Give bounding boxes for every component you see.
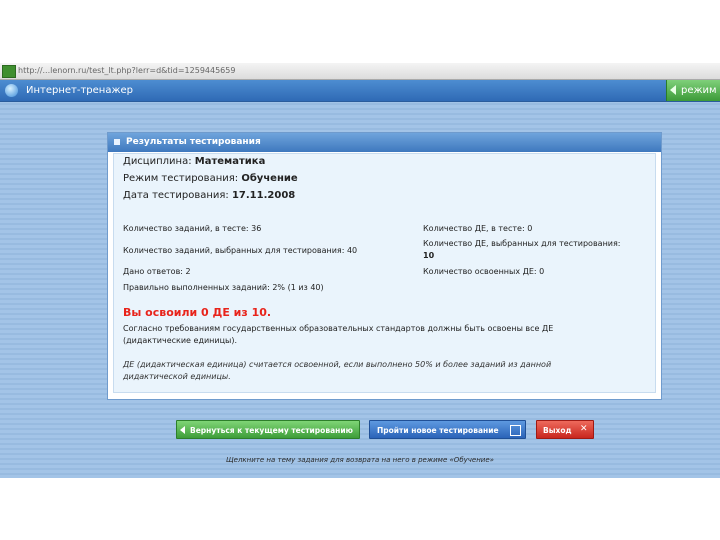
de-selected-line1: Количество ДЕ, выбранных для тестировани… <box>423 239 621 248</box>
results-panel: Результаты тестирования Дисциплина: Мате… <box>107 132 662 400</box>
discipline-row: Дисциплина: Математика <box>123 156 265 167</box>
tasks-selected: Количество заданий, выбранных для тестир… <box>123 246 358 255</box>
de-note-line2: дидактической единицы. <box>123 372 231 381</box>
correct-answers: Правильно выполненных заданий: 2% (1 из … <box>123 283 324 292</box>
running-man-icon: ✕ <box>580 424 588 434</box>
results-panel-header: Результаты тестирования <box>108 133 661 152</box>
mode-label: Режим тестирования: <box>123 173 239 184</box>
answers-given: Дано ответов: 2 <box>123 267 191 276</box>
back-to-test-button[interactable]: Вернуться к текущему тестированию <box>176 420 360 439</box>
app-window: http://...lenorn.ru/test_lt.php?lerr=d&t… <box>0 63 720 478</box>
document-icon <box>510 425 521 436</box>
new-test-button[interactable]: Пройти новое тестирование <box>369 420 526 439</box>
exit-label: Выход <box>543 426 572 435</box>
date-row: Дата тестирования: 17.11.2008 <box>123 190 295 201</box>
footer-hint: Щелкните на тему задания для возврата на… <box>226 456 494 464</box>
back-to-test-label: Вернуться к текущему тестированию <box>190 426 353 435</box>
de-selected-line2: 10 <box>423 251 435 260</box>
browser-icon <box>2 65 16 78</box>
tasks-in-test: Количество заданий, в тесте: 36 <box>123 224 262 233</box>
mode-button-label: режим <box>681 85 717 96</box>
new-test-label: Пройти новое тестирование <box>377 426 499 435</box>
date-label: Дата тестирования: <box>123 190 229 201</box>
de-in-test: Количество ДЕ, в тесте: 0 <box>423 224 533 233</box>
discipline-value: Математика <box>194 156 266 167</box>
arrow-left-icon <box>180 426 185 434</box>
exit-button[interactable]: Выход ✕ <box>536 420 594 439</box>
de-mastered: Количество освоенных ДЕ: 0 <box>423 267 545 276</box>
address-url: http://...lenorn.ru/test_lt.php?lerr=d&t… <box>18 66 236 75</box>
verdict-text: Вы освоили 0 ДЕ из 10. <box>123 306 272 319</box>
mode-row: Режим тестирования: Обучение <box>123 173 298 184</box>
square-bullet-icon <box>114 139 120 145</box>
results-panel-title: Результаты тестирования <box>126 137 261 147</box>
address-bar[interactable]: http://...lenorn.ru/test_lt.php?lerr=d&t… <box>0 63 720 80</box>
app-header: Интернет-тренажер режим <box>0 80 720 102</box>
de-note-line1: ДЕ (дидактическая единица) считается осв… <box>123 360 552 369</box>
date-value: 17.11.2008 <box>231 190 296 201</box>
standard-note-line2: (дидактические единицы). <box>123 336 238 345</box>
app-logo-icon <box>5 84 18 97</box>
standard-note-line1: Согласно требованиям государственных обр… <box>123 324 554 333</box>
discipline-label: Дисциплина: <box>123 156 192 167</box>
mode-button[interactable]: режим <box>666 80 720 101</box>
app-title: Интернет-тренажер <box>26 85 133 96</box>
results-panel-body: Дисциплина: Математика Режим тестировани… <box>113 153 656 393</box>
arrow-left-icon <box>670 85 676 95</box>
mode-value: Обучение <box>241 173 298 184</box>
